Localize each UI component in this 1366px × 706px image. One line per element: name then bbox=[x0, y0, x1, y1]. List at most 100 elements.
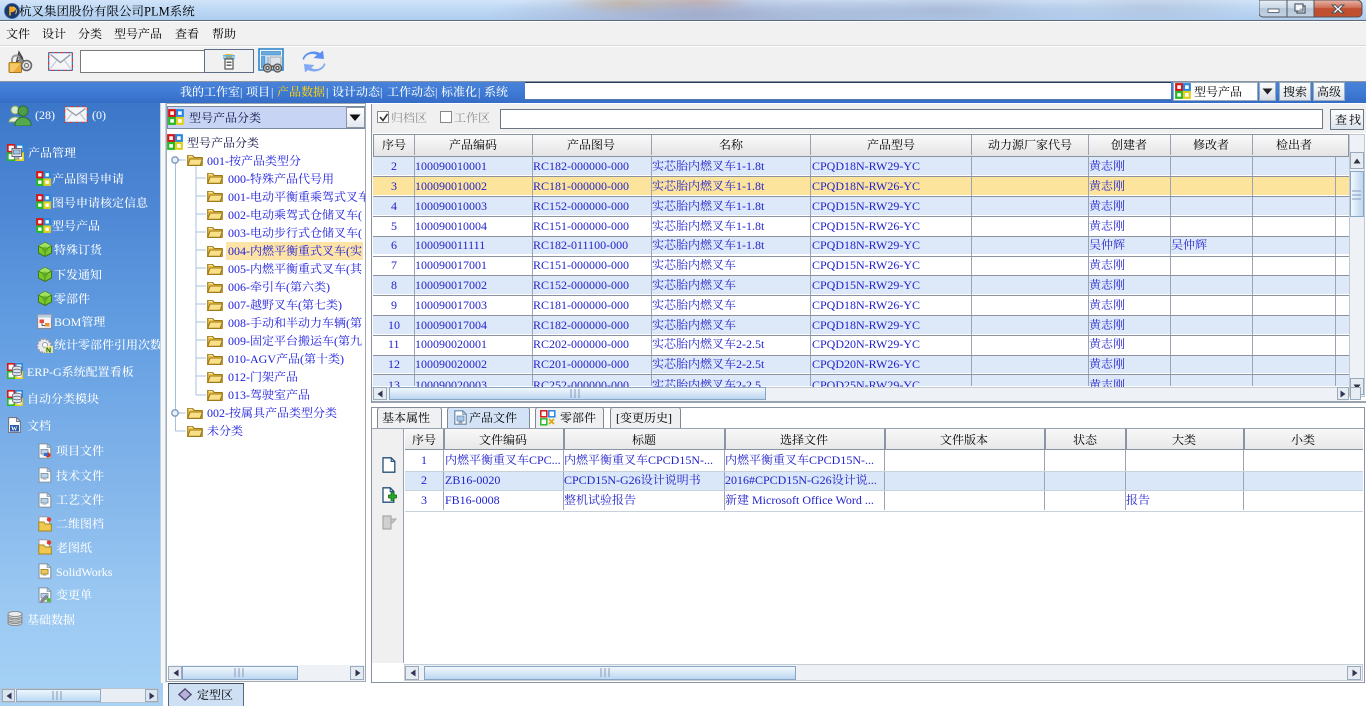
svg-text:004-: 004- bbox=[228, 244, 250, 258]
svg-text:005-: 005- bbox=[228, 262, 250, 276]
svg-text:(: ( bbox=[298, 298, 302, 312]
svg-text:5: 5 bbox=[391, 219, 397, 233]
svg-text:1-1.8t: 1-1.8t bbox=[736, 199, 765, 213]
svg-text:2016#CPCD15N-G26: 2016#CPCD15N-G26 bbox=[725, 473, 832, 487]
svg-text:1-1.8t: 1-1.8t bbox=[736, 219, 765, 233]
svg-text:100090010004: 100090010004 bbox=[415, 219, 487, 233]
svg-text:RC181-000000-000: RC181-000000-000 bbox=[533, 298, 629, 312]
svg-text:N: N bbox=[46, 347, 51, 353]
svg-text:|: | bbox=[240, 85, 242, 99]
svg-text:10: 10 bbox=[388, 318, 400, 332]
svg-text:2: 2 bbox=[421, 473, 427, 487]
svg-text:): ) bbox=[326, 280, 330, 294]
svg-text:(: ( bbox=[358, 208, 362, 222]
svg-text:12: 12 bbox=[388, 357, 400, 371]
svg-text:(: ( bbox=[300, 352, 304, 366]
svg-text:PLM: PLM bbox=[144, 4, 170, 18]
svg-text:ERP-G: ERP-G bbox=[27, 365, 62, 379]
svg-text:100090017004: 100090017004 bbox=[415, 318, 487, 332]
svg-text:100090010003: 100090010003 bbox=[415, 199, 487, 213]
svg-text:(: ( bbox=[286, 280, 290, 294]
svg-text:|: | bbox=[478, 85, 480, 99]
svg-text:(0): (0) bbox=[92, 108, 106, 122]
svg-text:(: ( bbox=[346, 244, 350, 258]
svg-text:8: 8 bbox=[391, 278, 397, 292]
svg-text:100090011111: 100090011111 bbox=[415, 238, 485, 252]
svg-text:Microsoft Office Word ...: Microsoft Office Word ... bbox=[749, 493, 874, 507]
svg-text:(28): (28) bbox=[35, 108, 55, 122]
svg-text:CPQD20N-RW29-YC: CPQD20N-RW29-YC bbox=[812, 337, 920, 351]
svg-text:|: | bbox=[435, 85, 437, 99]
svg-text:013-: 013- bbox=[228, 388, 250, 402]
svg-text:4: 4 bbox=[391, 199, 397, 213]
svg-text:CPQD20N-RW26-YC: CPQD20N-RW26-YC bbox=[812, 357, 920, 371]
svg-text:100090017002: 100090017002 bbox=[415, 278, 487, 292]
svg-text:7: 7 bbox=[391, 258, 397, 272]
svg-text:CPQD15N-RW26-YC: CPQD15N-RW26-YC bbox=[812, 219, 920, 233]
svg-text:RC181-000000-000: RC181-000000-000 bbox=[533, 179, 629, 193]
svg-text:007-: 007- bbox=[228, 298, 250, 312]
svg-text:1: 1 bbox=[421, 453, 427, 467]
svg-text:2-2.5t: 2-2.5t bbox=[736, 337, 765, 351]
svg-text:RC182-000000-000: RC182-000000-000 bbox=[533, 159, 629, 173]
svg-text:3: 3 bbox=[421, 493, 427, 507]
svg-text:9: 9 bbox=[391, 298, 397, 312]
svg-text:006-: 006- bbox=[228, 280, 250, 294]
svg-text:RC151-000000-000: RC151-000000-000 bbox=[533, 219, 629, 233]
svg-text:100090017003: 100090017003 bbox=[415, 298, 487, 312]
svg-text:RC182-011100-000: RC182-011100-000 bbox=[533, 238, 628, 252]
svg-text:3: 3 bbox=[391, 179, 397, 193]
svg-text:002-: 002- bbox=[207, 406, 229, 420]
svg-text:|: | bbox=[326, 85, 328, 99]
svg-text:CPQD18N-RW29-YC: CPQD18N-RW29-YC bbox=[812, 318, 920, 332]
svg-text:CPQD18N-RW29-YC: CPQD18N-RW29-YC bbox=[812, 238, 920, 252]
svg-text:1-1.8t: 1-1.8t bbox=[736, 238, 765, 252]
svg-text:11: 11 bbox=[388, 337, 400, 351]
svg-text:|: | bbox=[271, 85, 273, 99]
svg-text:RC152-000000-000: RC152-000000-000 bbox=[533, 278, 629, 292]
svg-text:|: | bbox=[380, 85, 382, 99]
svg-text:FB16-0008: FB16-0008 bbox=[445, 493, 500, 507]
svg-text:001-: 001- bbox=[228, 190, 250, 204]
svg-text:W: W bbox=[11, 426, 18, 433]
svg-text:): ) bbox=[340, 352, 344, 366]
svg-text:RC182-000000-000: RC182-000000-000 bbox=[533, 318, 629, 332]
svg-text:CPQD18N-RW26-YC: CPQD18N-RW26-YC bbox=[812, 298, 920, 312]
svg-text:SolidWorks: SolidWorks bbox=[56, 565, 113, 579]
svg-text:6: 6 bbox=[391, 238, 397, 252]
svg-text:): ) bbox=[338, 298, 342, 312]
svg-text:(: ( bbox=[346, 262, 350, 276]
svg-text:012-: 012- bbox=[228, 370, 250, 384]
svg-text:...: ... bbox=[868, 473, 877, 487]
svg-text:RC201-000000-000: RC201-000000-000 bbox=[533, 357, 629, 371]
svg-text:100090010001: 100090010001 bbox=[415, 159, 487, 173]
svg-text:CPQD15N-RW29-YC: CPQD15N-RW29-YC bbox=[812, 199, 920, 213]
svg-text:RC152-000000-000: RC152-000000-000 bbox=[533, 199, 629, 213]
svg-text:CPCD15N-G26: CPCD15N-G26 bbox=[564, 473, 641, 487]
svg-text:CPC...: CPC... bbox=[529, 453, 561, 467]
svg-text:100090010002: 100090010002 bbox=[415, 179, 487, 193]
svg-text:CPQD15N-RW29-YC: CPQD15N-RW29-YC bbox=[812, 278, 920, 292]
svg-text:001-: 001- bbox=[207, 154, 229, 168]
svg-text:CPQD18N-RW26-YC: CPQD18N-RW26-YC bbox=[812, 179, 920, 193]
svg-text:1-1.8t: 1-1.8t bbox=[736, 159, 765, 173]
svg-text:(: ( bbox=[358, 226, 362, 240]
svg-text:003-: 003- bbox=[228, 226, 250, 240]
svg-text:009-: 009- bbox=[228, 334, 250, 348]
svg-text:ZB16-0020: ZB16-0020 bbox=[445, 473, 500, 487]
svg-text:CPQD15N-RW26-YC: CPQD15N-RW26-YC bbox=[812, 258, 920, 272]
svg-text:(: ( bbox=[334, 334, 338, 348]
svg-text:2-2.5t: 2-2.5t bbox=[736, 357, 765, 371]
svg-text:RC151-000000-000: RC151-000000-000 bbox=[533, 258, 629, 272]
svg-text:CPQD18N-RW29-YC: CPQD18N-RW29-YC bbox=[812, 159, 920, 173]
svg-text:1-1.8t: 1-1.8t bbox=[736, 179, 765, 193]
svg-text:010-AGV: 010-AGV bbox=[228, 352, 276, 366]
svg-text:002-: 002- bbox=[228, 208, 250, 222]
svg-text:100090017001: 100090017001 bbox=[415, 258, 487, 272]
svg-text:]: ] bbox=[668, 411, 672, 425]
svg-text:008-: 008- bbox=[228, 316, 250, 330]
svg-text:100090020002: 100090020002 bbox=[415, 357, 487, 371]
svg-text:BOM: BOM bbox=[54, 315, 82, 329]
svg-text:CPCD15N-...: CPCD15N-... bbox=[809, 453, 874, 467]
svg-text:2: 2 bbox=[391, 159, 397, 173]
